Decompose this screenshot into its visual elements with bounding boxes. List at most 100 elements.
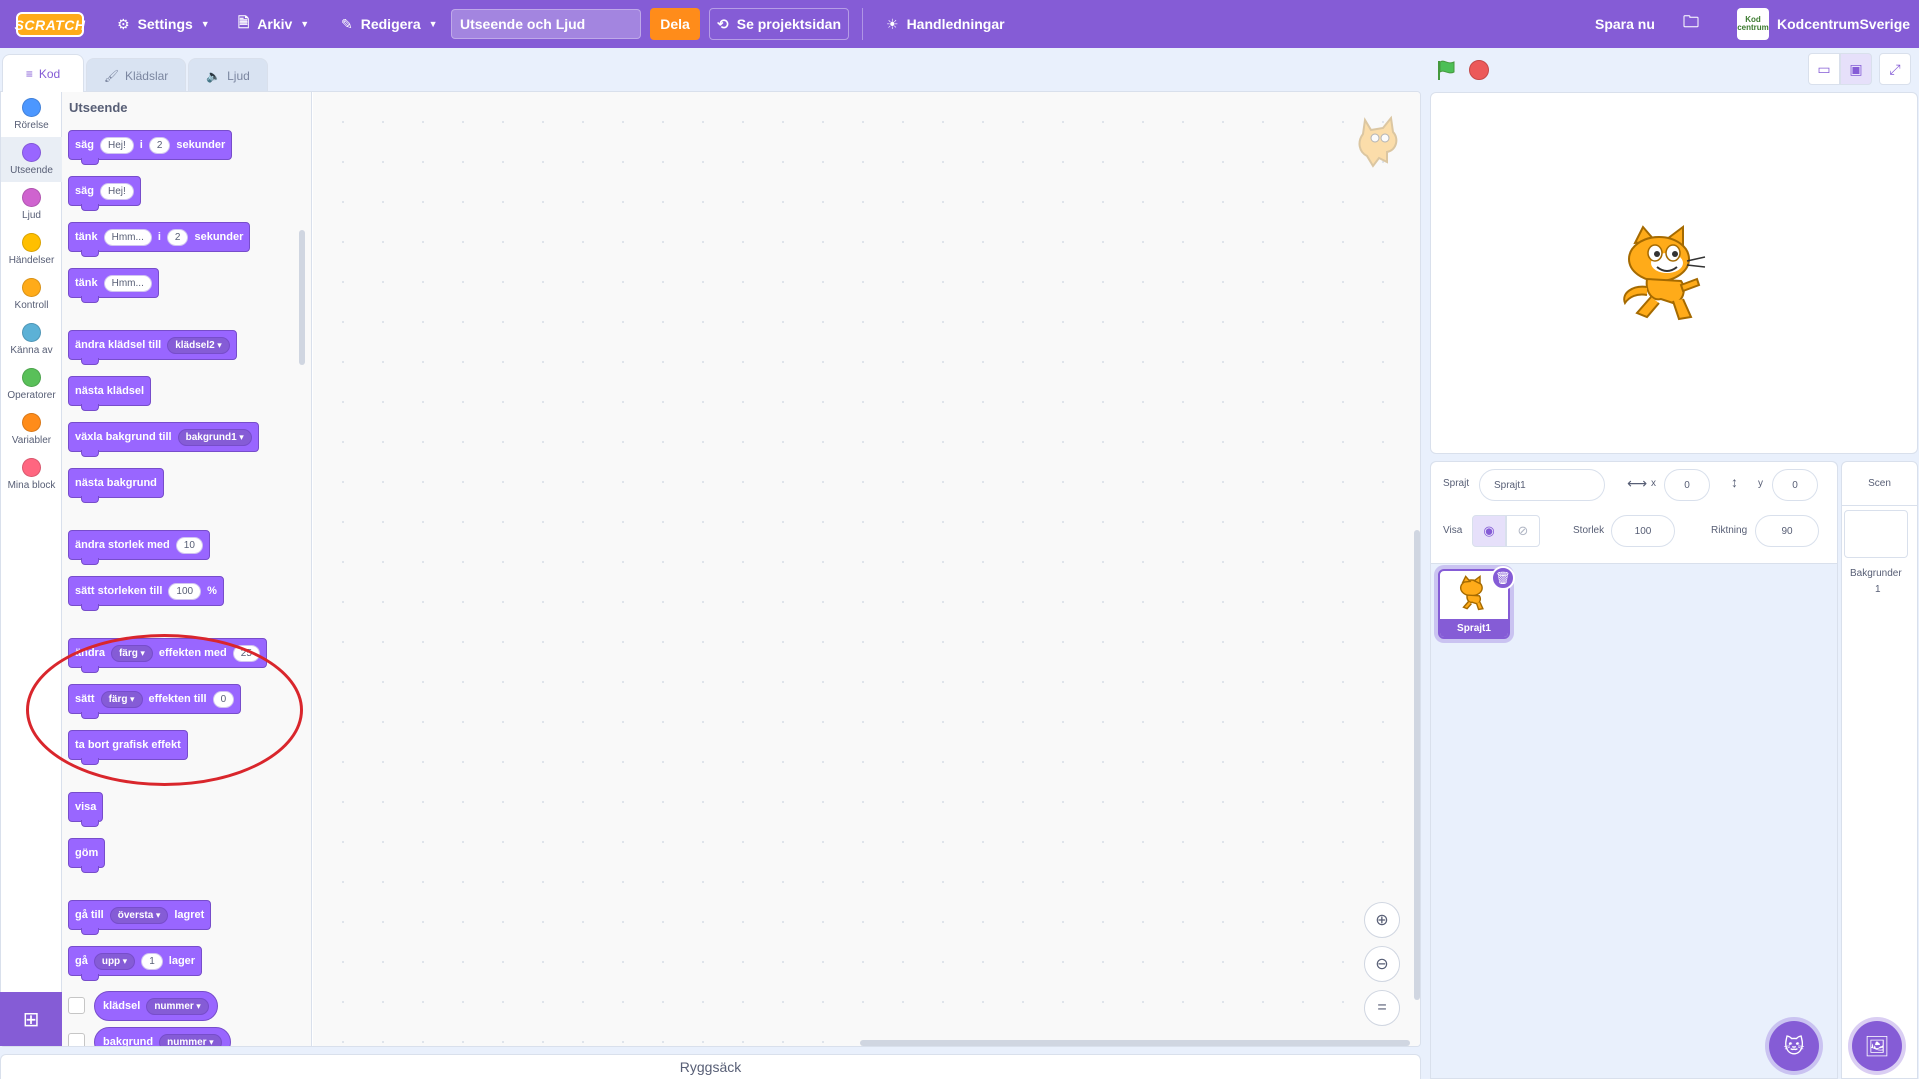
block-backdrop-number[interactable]: bakgrund nummer: [94, 1027, 231, 1046]
zoom-out-button[interactable]: ⊖: [1364, 946, 1400, 982]
scratch-logo[interactable]: SCRATCH: [15, 12, 85, 37]
block-change-effect[interactable]: ändra färg effekten med 25: [68, 638, 267, 673]
green-flag-button[interactable]: [1434, 58, 1458, 82]
category-my-blocks[interactable]: Mina block: [1, 452, 62, 497]
file-menu[interactable]: 🗎 Arkiv ▼: [238, 0, 309, 48]
tutorials-button[interactable]: ☀ Handledningar: [886, 0, 1005, 48]
lightbulb-icon: ☀: [886, 15, 899, 32]
backdrops-count: 1: [1875, 584, 1881, 595]
block-input[interactable]: 25: [232, 644, 260, 662]
direction-input[interactable]: 90: [1755, 515, 1819, 547]
block-dropdown[interactable]: översta: [109, 906, 169, 924]
show-sprite-button[interactable]: ◉: [1472, 515, 1506, 547]
block-input[interactable]: 10: [175, 536, 203, 554]
script-workspace[interactable]: [313, 92, 1420, 1046]
block-input[interactable]: 2: [166, 228, 189, 246]
backdrop-thumbnail[interactable]: [1844, 510, 1908, 558]
tab-costumes-label: Klädslar: [124, 68, 169, 83]
zoom-reset-button[interactable]: =: [1364, 990, 1400, 1026]
block-say[interactable]: säg Hej!: [68, 176, 141, 211]
block-hide[interactable]: göm: [68, 838, 106, 873]
category-dot: [22, 323, 41, 342]
block-input[interactable]: 2: [148, 136, 171, 154]
block-next-costume[interactable]: nästa klädsel: [68, 376, 152, 411]
block-dropdown[interactable]: nummer: [159, 1033, 222, 1046]
delete-sprite-button[interactable]: 🗑: [1491, 566, 1515, 590]
hide-sprite-button[interactable]: ⊘: [1506, 515, 1540, 547]
category-operators[interactable]: Operatorer: [1, 362, 62, 407]
share-button[interactable]: Dela: [650, 8, 700, 40]
block-go-to-layer[interactable]: gå till översta lagret: [68, 900, 212, 935]
x-input[interactable]: 0: [1664, 469, 1710, 501]
block-dropdown[interactable]: klädsel2: [167, 336, 230, 354]
save-now-button[interactable]: Spara nu: [1595, 0, 1655, 48]
tab-code[interactable]: ≡ Kod: [2, 54, 84, 92]
block-input[interactable]: Hej!: [99, 182, 134, 200]
block-go-layers[interactable]: gå upp 1 lager: [68, 946, 203, 981]
backpack[interactable]: Ryggsäck: [0, 1054, 1421, 1079]
category-motion[interactable]: Rörelse: [1, 92, 62, 137]
block-input[interactable]: 1: [141, 952, 163, 970]
workspace-vertical-scrollbar[interactable]: [1414, 530, 1420, 1000]
category-control[interactable]: Kontroll: [1, 272, 62, 317]
sprite-name-input[interactable]: Sprajt1: [1479, 469, 1605, 501]
large-stage-button[interactable]: ▣: [1840, 53, 1872, 85]
block-switch-backdrop[interactable]: växla bakgrund till bakgrund1: [68, 422, 259, 457]
y-input[interactable]: 0: [1772, 469, 1818, 501]
category-looks[interactable]: Utseende: [1, 137, 62, 182]
workspace-horizontal-scrollbar[interactable]: [860, 1040, 1410, 1046]
category-sensing[interactable]: Känna av: [1, 317, 62, 362]
see-project-page-button[interactable]: ⟲ Se projektsidan: [709, 8, 849, 40]
block-show[interactable]: visa: [68, 792, 104, 827]
block-clear-effects[interactable]: ta bort grafisk effekt: [68, 730, 188, 765]
settings-menu[interactable]: ⚙ Settings ▼: [117, 0, 210, 48]
stop-button[interactable]: [1469, 60, 1489, 80]
palette-scrollbar[interactable]: [299, 230, 305, 365]
stage[interactable]: [1430, 92, 1918, 454]
backdrops-label: Bakgrunder: [1850, 568, 1902, 579]
block-dropdown[interactable]: nummer: [146, 997, 209, 1015]
add-extension-button[interactable]: ⊞: [0, 992, 62, 1046]
block-think[interactable]: tänk Hmm...: [68, 268, 159, 303]
block-input[interactable]: Hmm...: [103, 274, 152, 292]
backdrop-monitor-checkbox[interactable]: [68, 1033, 85, 1046]
block-text: växla bakgrund till: [75, 431, 172, 443]
block-change-size[interactable]: ändra storlek med 10: [68, 530, 210, 565]
size-input[interactable]: 100: [1611, 515, 1675, 547]
block-input[interactable]: 0: [212, 690, 235, 708]
large-stage-icon: ▣: [1849, 60, 1863, 77]
block-dropdown[interactable]: upp: [93, 952, 136, 970]
sprite-label: Sprajt: [1443, 478, 1470, 489]
account-menu[interactable]: Kod centrum KodcentrumSverige ▼: [1737, 0, 1919, 48]
block-think-for-secs[interactable]: tänk Hmm... i 2 sekunder: [68, 222, 251, 257]
block-input[interactable]: Hej!: [99, 136, 134, 154]
block-dropdown[interactable]: färg: [100, 690, 143, 708]
zoom-in-button[interactable]: ⊕: [1364, 902, 1400, 938]
choose-backdrop-button[interactable]: 🖼: [1852, 1021, 1902, 1071]
block-input[interactable]: Hmm...: [103, 228, 152, 246]
small-stage-button[interactable]: ▭: [1808, 53, 1840, 85]
block-switch-costume[interactable]: ändra klädsel till klädsel2: [68, 330, 237, 365]
category-variables[interactable]: Variabler: [1, 407, 62, 452]
project-title-input[interactable]: Utseende och Ljud: [451, 9, 641, 39]
tab-sounds[interactable]: 🔈 Ljud: [188, 58, 268, 92]
block-dropdown[interactable]: bakgrund1: [177, 428, 252, 446]
equals-icon: =: [1377, 999, 1387, 1016]
costume-monitor-checkbox[interactable]: [68, 997, 85, 1014]
my-stuff-button[interactable]: 🗀: [1683, 0, 1699, 48]
block-input[interactable]: 100: [168, 582, 202, 600]
show-label: Visa: [1443, 525, 1463, 536]
edit-menu[interactable]: ✎ Redigera ▼: [341, 0, 438, 48]
block-costume-number[interactable]: klädsel nummer: [94, 991, 218, 1021]
block-set-size[interactable]: sätt storleken till 100 %: [68, 576, 224, 611]
fullscreen-button[interactable]: ⤢: [1879, 53, 1911, 85]
block-next-backdrop[interactable]: nästa bakgrund: [68, 468, 164, 503]
choose-sprite-button[interactable]: 🐱: [1769, 1021, 1819, 1071]
block-say-for-secs[interactable]: säg Hej! i 2 sekunder: [68, 130, 233, 165]
block-dropdown[interactable]: färg: [110, 644, 153, 662]
category-sound[interactable]: Ljud: [1, 182, 62, 227]
category-events[interactable]: Händelser: [1, 227, 62, 272]
tab-costumes[interactable]: 🖌 Klädslar: [86, 58, 186, 92]
stage-selector[interactable]: Scen Bakgrunder 1: [1841, 461, 1918, 1079]
block-set-effect[interactable]: sätt färg effekten till 0: [68, 684, 242, 719]
